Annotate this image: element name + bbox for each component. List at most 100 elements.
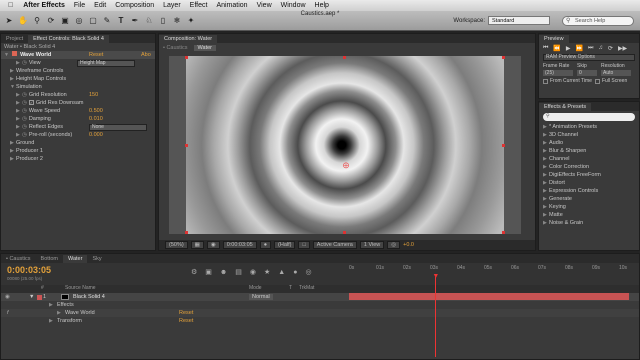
roi-icon[interactable]: □: [298, 241, 310, 249]
effect-property-row[interactable]: ▶ ◷ Reflect Edges None: [1, 123, 155, 131]
effect-property-row[interactable]: ▶ ◷ Wave Speed 0.500: [1, 107, 155, 115]
layer-handle[interactable]: [185, 231, 188, 234]
tab-preview[interactable]: Preview: [539, 35, 569, 43]
layer-label-color[interactable]: [37, 294, 42, 300]
stopwatch-icon[interactable]: ◷: [22, 60, 27, 66]
draft-3d-icon[interactable]: ▣: [205, 268, 212, 276]
resolution-select-preview[interactable]: Auto: [601, 70, 631, 76]
anchor-point-icon[interactable]: ⨁: [343, 162, 349, 169]
pan-behind-tool-icon[interactable]: ◎: [74, 16, 84, 26]
checkbox[interactable]: ✓: [28, 100, 34, 106]
toggle-icon[interactable]: ◎: [387, 241, 401, 249]
effects-category-item[interactable]: ▶ Channel: [539, 155, 639, 163]
magnification-select[interactable]: (50%): [165, 241, 188, 249]
menu-edit[interactable]: Edit: [94, 2, 106, 9]
motion-blur-icon[interactable]: ◉: [250, 268, 256, 276]
type-tool-icon[interactable]: T: [116, 16, 126, 26]
audio-icon[interactable]: ♫: [598, 45, 603, 51]
brush-tool-icon[interactable]: ✒: [130, 16, 140, 26]
disclosure-closed-icon[interactable]: ▶: [49, 317, 53, 325]
camera-tool-icon[interactable]: ▣: [60, 16, 70, 26]
effect-property-row[interactable]: ▶ ◷ View Height Map: [1, 59, 155, 67]
comp-viewer[interactable]: ⨁: [169, 56, 521, 234]
blend-mode-select[interactable]: Normal: [249, 294, 273, 300]
menu-composition[interactable]: Composition: [115, 2, 154, 9]
current-time-display[interactable]: 0:00:03:05: [222, 241, 257, 249]
effects-category-item[interactable]: ▶ * Animation Presets: [539, 123, 639, 131]
effects-category-item[interactable]: ▶ Matte: [539, 211, 639, 219]
ram-preview-options-select[interactable]: RAM Preview Options: [543, 54, 635, 61]
comp-mini-flowchart-icon[interactable]: ⚙: [191, 268, 197, 276]
stopwatch-icon[interactable]: ◷: [22, 124, 27, 130]
shy-icon[interactable]: ☻: [220, 269, 227, 276]
effects-category-item[interactable]: ▶ Audio: [539, 139, 639, 147]
layer-disclosure-icon[interactable]: ▼: [29, 293, 34, 301]
effect-property-row[interactable]: ▶ Wireframe Controls: [1, 67, 155, 75]
zoom-tool-icon[interactable]: ⚲: [32, 16, 42, 26]
layer-handle[interactable]: [185, 144, 188, 147]
effect-property-row[interactable]: ▶ ◷ Pre-roll (seconds) 0.000: [1, 131, 155, 139]
effect-property-row[interactable]: ▼Simulation: [1, 83, 155, 91]
eraser-tool-icon[interactable]: ▯: [158, 16, 168, 26]
exposure-value[interactable]: +0.0: [403, 242, 414, 248]
layer-handle[interactable]: [343, 56, 346, 59]
tab-timeline-water[interactable]: Water: [62, 255, 88, 263]
frame-blending-icon[interactable]: ▤: [235, 268, 242, 276]
stopwatch-icon[interactable]: ◷: [22, 108, 27, 114]
effects-category-item[interactable]: ▶ Noise & Grain: [539, 219, 639, 227]
layer-duration-bar[interactable]: [349, 293, 629, 300]
next-frame-icon[interactable]: ⏩: [576, 45, 583, 52]
selection-tool-icon[interactable]: ➤: [4, 16, 14, 26]
stopwatch-icon[interactable]: ◷: [22, 100, 27, 106]
effect-property-row[interactable]: ▶ Ground: [1, 139, 155, 147]
loop-icon[interactable]: ⟳: [608, 45, 613, 52]
layer-handle[interactable]: [502, 231, 505, 234]
prev-frame-icon[interactable]: ⏪: [553, 45, 560, 52]
menu-help[interactable]: Help: [315, 2, 329, 9]
play-icon[interactable]: ▶: [566, 45, 571, 52]
disclosure-closed-icon[interactable]: ▶: [49, 301, 53, 309]
tab-effect-controls[interactable]: Effect Controls: Black Solid 4: [28, 35, 109, 43]
menu-window[interactable]: Window: [281, 2, 306, 9]
layer-handle[interactable]: [502, 144, 505, 147]
rotate-tool-icon[interactable]: ⟳: [46, 16, 56, 26]
camera-snapshot-icon[interactable]: ●: [259, 241, 272, 249]
tab-project[interactable]: Project: [1, 35, 28, 43]
effect-property-row[interactable]: ▶ Producer 2: [1, 155, 155, 163]
from-current-time-checkbox[interactable]: [543, 78, 548, 84]
search-help-input[interactable]: ⚲ Search Help: [562, 15, 634, 26]
menu-app[interactable]: After Effects: [23, 2, 65, 9]
visibility-eye-icon[interactable]: ◉: [5, 293, 10, 301]
effects-category-item[interactable]: ▶ Blur & Sharpen: [539, 147, 639, 155]
stopwatch-icon[interactable]: ◷: [22, 132, 27, 138]
disclosure-open-icon[interactable]: ▼: [4, 51, 10, 59]
effect-property-row[interactable]: ▶ ◷ Damping 0.010: [1, 115, 155, 123]
workspace-select[interactable]: Standard: [488, 16, 550, 25]
last-frame-icon[interactable]: ⏭: [588, 45, 593, 52]
effect-property-row[interactable]: ▶ ◷ ✓ Grid Res Downsam: [1, 99, 155, 107]
layer-name[interactable]: Black Solid 4: [73, 293, 105, 301]
effects-category-item[interactable]: ▶ Expression Controls: [539, 187, 639, 195]
roto-tool-icon[interactable]: ❄: [172, 16, 182, 26]
effects-category-item[interactable]: ▶ Distort: [539, 179, 639, 187]
lock-icon[interactable]: ●: [293, 269, 297, 276]
reset-link[interactable]: Reset: [179, 317, 193, 325]
frame-rate-select[interactable]: (25): [543, 70, 573, 76]
graph-editor-icon[interactable]: ▲: [278, 269, 285, 276]
time-ruler[interactable]: 0s01s02s03s04s05s06s07s08s09s10s▼: [347, 263, 631, 285]
rectangle-tool-icon[interactable]: ▢: [88, 16, 98, 26]
effect-property-value[interactable]: 0.500: [89, 107, 103, 115]
fx-switch-icon[interactable]: f: [7, 309, 9, 317]
disclosure-closed-icon[interactable]: ▶: [57, 309, 61, 317]
tab-effects-presets[interactable]: Effects & Presets: [539, 103, 592, 111]
live-update-icon[interactable]: ◎: [305, 268, 311, 276]
stopwatch-icon[interactable]: ◷: [22, 116, 27, 122]
effects-category-item[interactable]: ▶ Generate: [539, 195, 639, 203]
apple-menu-icon[interactable]: : [8, 2, 13, 9]
menu-effect[interactable]: Effect: [190, 2, 208, 9]
tab-timeline-caustics[interactable]: • Caustics: [1, 255, 36, 263]
menu-file[interactable]: File: [74, 2, 85, 9]
effects-search-input[interactable]: ⚲: [543, 113, 635, 121]
snapshot-icon[interactable]: ◉: [206, 241, 220, 249]
resolution-select[interactable]: (Half): [274, 241, 296, 249]
